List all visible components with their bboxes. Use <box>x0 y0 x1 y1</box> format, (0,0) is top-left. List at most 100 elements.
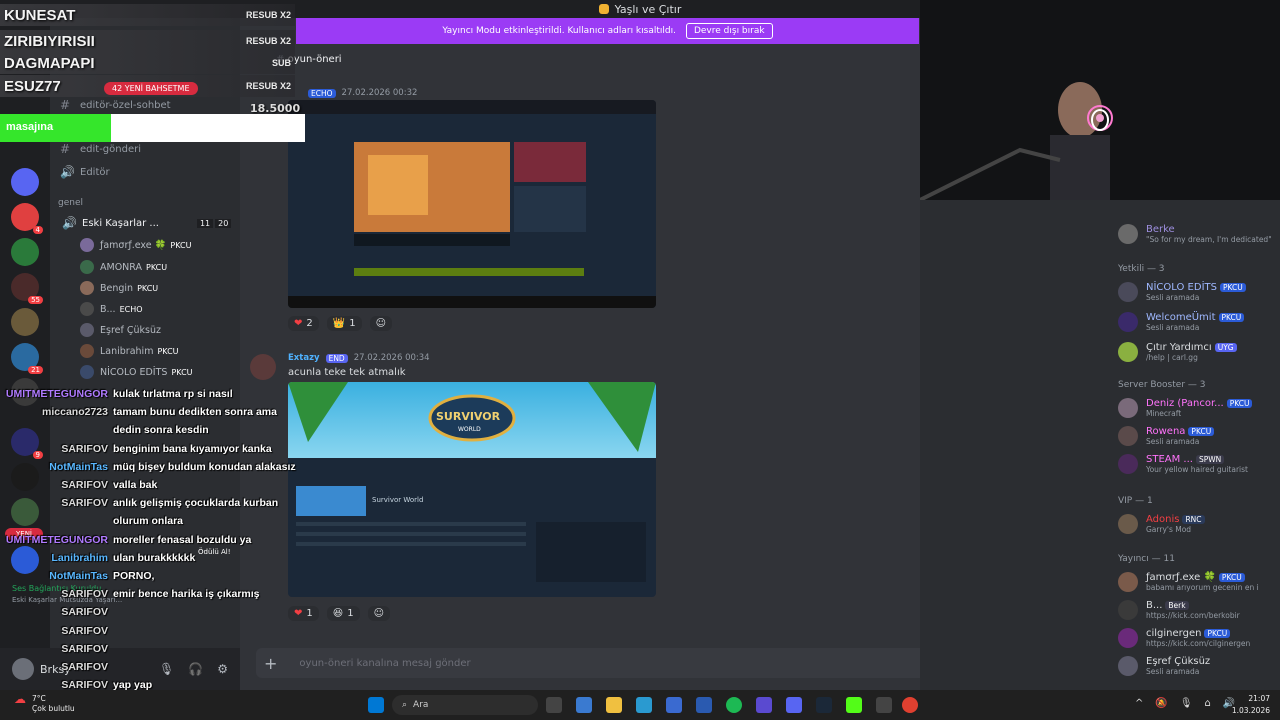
weather-widget[interactable]: ☁ 7°C Çok bulutlu <box>14 693 75 714</box>
steam-page-image <box>288 100 656 308</box>
reaction[interactable]: ❤ 2 <box>288 316 319 331</box>
server-icon[interactable] <box>11 168 39 196</box>
sub-alert: ZIRIBIYIRISII RESUB X2 <box>0 30 295 52</box>
voice-member[interactable]: Eşref Çüksüz <box>80 321 165 339</box>
member-item[interactable]: NİCOLO EDİTS PKCU Sesli aramada <box>1118 282 1246 302</box>
member-group-title: Yetkili — 3 <box>1118 264 1165 274</box>
author-name[interactable]: Extazy <box>288 353 320 363</box>
member-item[interactable]: STEAM ... SPWN Your yellow haired guitaris… <box>1118 454 1248 474</box>
disable-streamer-mode-button[interactable]: Devre dışı bırak <box>685 23 773 39</box>
voice-group[interactable]: 🔊 Eski Kaşarlar ... 11 20 <box>62 214 232 232</box>
start-icon[interactable] <box>368 697 384 713</box>
taskbar: ☁ 7°C Çok bulutlu ⌕ Ara ^ 🔕 🎙 ⌂ 🔊 21:07 1.… <box>0 690 1280 720</box>
obs-icon[interactable] <box>876 697 892 713</box>
server-icon[interactable]: 4 <box>11 203 43 234</box>
microphone-icon[interactable]: 🎙 <box>1180 698 1193 709</box>
channel-name: oyun-öneri <box>287 54 342 65</box>
screen: Yaşlı ve Çıtır 4 55 21 9 YENİ # editör-öz… <box>0 0 1280 720</box>
server-icon[interactable] <box>11 308 39 336</box>
member-item[interactable]: ƒamσrƒ.exe 🍀 PKCU babamı arıyorum gecenin … <box>1118 572 1259 592</box>
new-mentions-badge[interactable]: 42 YENİ BAHSETME <box>104 82 198 95</box>
game-image-attachment[interactable]: SURVIVOR WORLD Survivor World <box>288 382 656 597</box>
spotify-icon[interactable] <box>726 697 742 713</box>
message-meta: Extazy END 27.02.2026 00:34 <box>288 353 430 363</box>
member-item[interactable]: cilginergen PKCU https://kick.com/cilginer… <box>1118 628 1250 648</box>
taskbar-search[interactable]: ⌕ Ara <box>392 695 538 715</box>
voice-channel[interactable]: 🔊 Editör <box>60 163 110 181</box>
chat-message: tamam bunu dedikten sonra ama <box>113 406 277 418</box>
member-item[interactable]: Rowena PKCU Sesli aramada <box>1118 426 1215 446</box>
chat-message: valla bak <box>113 479 158 491</box>
voice-member[interactable]: ƒamσrƒ.exe 🍀 PKCU <box>80 236 192 254</box>
chat-line: miccano2723 tamam bunu dedikten sonra ama <box>0 406 277 418</box>
embed-subtitle: WORLD <box>458 426 481 433</box>
member-item[interactable]: Adonis RNC Garry's Mod <box>1118 514 1205 534</box>
author-tag[interactable]: ECHO <box>308 88 336 98</box>
member-item[interactable]: B... Berk https://kick.com/berkobir <box>1118 600 1240 620</box>
voice-member[interactable]: AMONRA PKCU <box>80 258 167 276</box>
chat-message: moreller fenasal bozuldu ya <box>113 534 252 546</box>
goal-label: masajına <box>6 121 54 133</box>
member-item[interactable]: Berke "So for my dream, I'm dedicated" <box>1118 224 1272 244</box>
kick-icon[interactable] <box>846 697 862 713</box>
reaction[interactable]: 😆 1 <box>326 606 360 621</box>
store-icon[interactable] <box>666 697 682 713</box>
reaction[interactable]: 👑 1 <box>326 316 362 331</box>
voice-member[interactable]: NİCOLO EDİTS PKCU <box>80 363 193 381</box>
member-item[interactable]: Eşref Çüksüz Sesli aramada <box>1118 656 1210 676</box>
voice-member[interactable]: B... ECHO <box>80 300 143 318</box>
discord-icon[interactable] <box>786 697 802 713</box>
notifications-off-icon[interactable]: 🔕 <box>1155 698 1167 709</box>
speaker-icon: 🔊 <box>62 216 77 230</box>
avatar[interactable] <box>250 354 276 380</box>
server-icon[interactable]: 55 <box>11 273 43 304</box>
chat-username: SARIFOV <box>61 443 108 455</box>
category-label[interactable]: genel <box>58 198 83 208</box>
chat-username: Lanibrahim <box>51 552 108 564</box>
chat-message: emir bence harika iş çıkarmış <box>113 588 260 600</box>
chrome-icon[interactable] <box>902 697 918 713</box>
server-icon[interactable]: 21 <box>11 343 43 374</box>
sub-alert: DAGMAPAPI SUB <box>0 52 295 74</box>
explorer-icon[interactable] <box>606 697 622 713</box>
clock[interactable]: 21:07 1.03.2026 <box>1232 693 1270 717</box>
message-input[interactable]: oyun-öneri kanalına mesaj gönder <box>299 658 470 669</box>
chat-line: UMITMETEGUNGOR moreller fenasal bozuldu y… <box>0 534 251 546</box>
network-icon[interactable]: ⌂ <box>1205 698 1211 709</box>
chat-line: SARIFOV valla bak <box>0 479 157 491</box>
chat-message: müq bişey buldum konudan alakasız <box>113 461 296 473</box>
steam-icon[interactable] <box>816 697 832 713</box>
chat-line: UMITMETEGUNGOR kulak tırlatma rp si nasıl <box>0 388 233 400</box>
chat-message: anlık gelişmiş çocuklarda kurban <box>113 497 279 509</box>
chat-line: SARIFOV benginim bana kıyamıyor kanka <box>0 443 272 455</box>
embed-game-name: Survivor World <box>372 496 424 504</box>
edge-icon[interactable] <box>636 697 652 713</box>
app-icon[interactable] <box>756 697 772 713</box>
chat-line: SARIFOV <box>0 643 113 655</box>
chat-line: dedin sonra kesdin <box>0 424 209 436</box>
chat-username: SARIFOV <box>61 643 108 655</box>
add-reaction-icon[interactable]: ☺ <box>367 606 391 621</box>
add-reaction-icon[interactable]: ☺ <box>369 316 393 331</box>
chat-message: PORNO, <box>113 570 155 582</box>
chat-username: SARIFOV <box>61 661 108 673</box>
chat-username <box>0 424 108 436</box>
screenshot-attachment[interactable] <box>288 100 656 308</box>
task-view-icon[interactable] <box>546 697 562 713</box>
voice-member[interactable]: Lanibrahim PKCU <box>80 342 179 360</box>
copilot-icon[interactable] <box>576 697 592 713</box>
search-input[interactable]: Ara <box>413 700 428 710</box>
voice-member[interactable]: Bengin PKCU <box>80 279 158 297</box>
app-icon[interactable] <box>696 697 712 713</box>
stream-chat-overlay: UMITMETEGUNGOR kulak tırlatma rp si nasıl… <box>0 388 300 718</box>
channel-item[interactable]: # edit-gönderi <box>60 140 141 158</box>
chat-message: benginim bana kıyamıyor kanka <box>113 443 272 455</box>
system-tray: ^ 🔕 🎙 ⌂ 🔊 <box>1135 698 1235 709</box>
server-icon[interactable] <box>11 238 39 266</box>
member-item[interactable]: WelcomeÜmit PKCU Sesli aramada <box>1118 312 1245 332</box>
message-text: acunla teke tek atmalık <box>288 367 406 378</box>
member-item[interactable]: Çıtır Yardımcı UYG/help | carl.gg <box>1118 342 1237 362</box>
member-item[interactable]: Deniz (Pancor... PKCU Minecraft <box>1118 398 1253 418</box>
chevron-up-icon[interactable]: ^ <box>1135 698 1143 709</box>
chat-line: SARIFOV <box>0 625 113 637</box>
